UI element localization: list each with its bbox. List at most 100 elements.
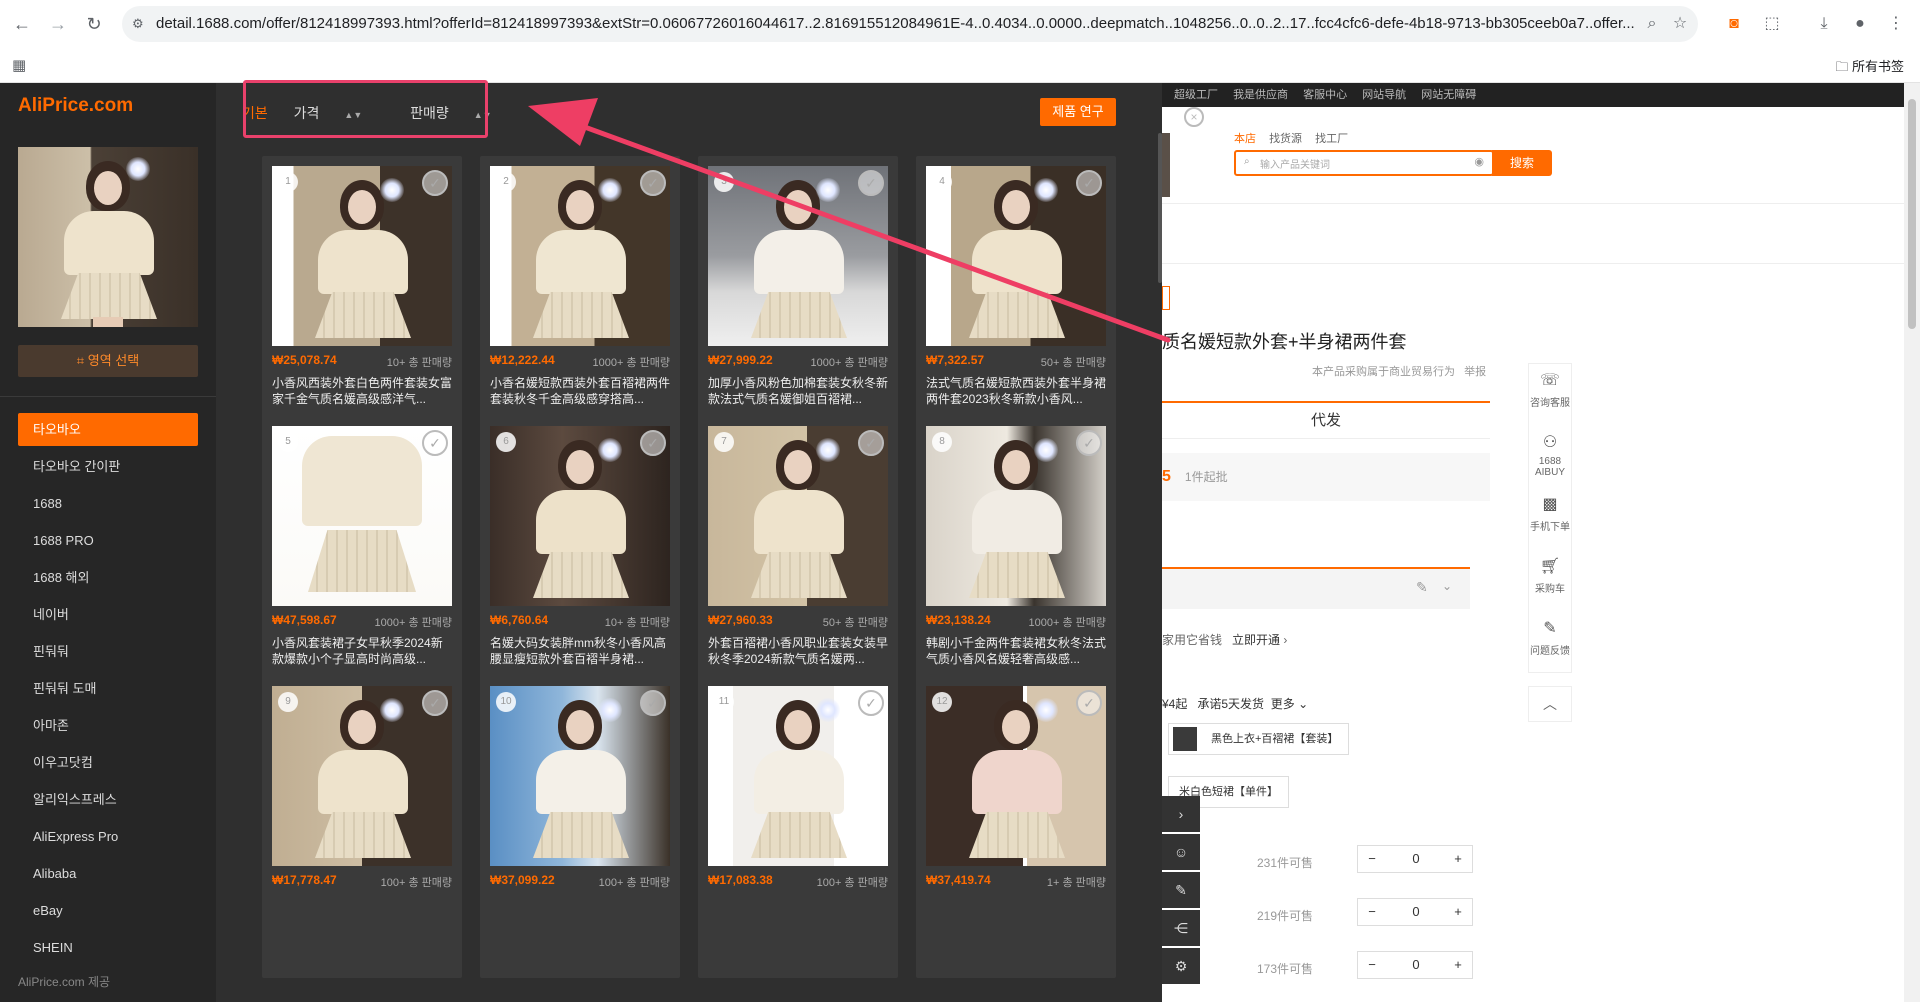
search-tab[interactable]: 本店 — [1234, 133, 1256, 145]
gear-icon[interactable]: ⚙ — [1162, 948, 1200, 984]
topbar-link[interactable]: 网站导航 — [1362, 89, 1406, 101]
product-card[interactable]: 11 ✓ ₩17,083.38 100+ 총 판매량 — [698, 676, 898, 978]
platform-item[interactable]: 이우고닷컴 — [18, 746, 198, 779]
product-image[interactable]: 3 ✓ — [708, 166, 888, 346]
side-tool-feedback[interactable]: ✎ 问题反馈 — [1529, 612, 1571, 674]
product-title[interactable] — [708, 895, 888, 929]
page-scrollbar[interactable] — [1904, 83, 1920, 1002]
aliprice-extension-icon[interactable]: ◙ — [1722, 12, 1746, 36]
product-image[interactable]: 8 ✓ — [926, 426, 1106, 606]
select-check-icon[interactable]: ✓ — [1076, 690, 1102, 716]
back-icon[interactable]: ← — [10, 12, 34, 36]
reload-icon[interactable]: ↻ — [82, 12, 106, 36]
select-check-icon[interactable]: ✓ — [422, 170, 448, 196]
select-check-icon[interactable]: ✓ — [1076, 170, 1102, 196]
platform-item[interactable]: 1688 해외 — [18, 561, 198, 594]
product-image[interactable]: 4 ✓ — [926, 166, 1106, 346]
product-image[interactable]: 12 ✓ — [926, 686, 1106, 866]
product-title[interactable]: 外套百褶裙小香风职业套装女装早秋冬季2024新款气质名媛两... — [708, 635, 888, 669]
product-title[interactable]: 法式气质名媛短款西装外套半身裙两件套2023秋冬新款小香风... — [926, 375, 1106, 409]
platform-item[interactable]: 핀둬둬 — [18, 635, 198, 668]
menu-icon[interactable]: ⋮ — [1884, 12, 1908, 36]
report-link[interactable]: 举报 — [1464, 366, 1486, 378]
select-check-icon[interactable]: ✓ — [1076, 430, 1102, 456]
product-title[interactable] — [272, 895, 452, 929]
platform-item[interactable]: 타오바오 — [18, 413, 198, 446]
product-card[interactable]: 3 ✓ ₩27,999.22 1000+ 총 판매량 加厚小香风粉色加棉套装女秋冬新款法… — [698, 156, 898, 458]
side-tool-cart[interactable]: 🛒︎ 采购车 — [1529, 550, 1571, 612]
product-research-button[interactable]: 제품 연구 — [1040, 98, 1116, 126]
profile-avatar-icon[interactable]: ● — [1848, 12, 1872, 36]
chat-icon[interactable]: ☺ — [1162, 834, 1200, 870]
product-image[interactable]: 7 ✓ — [708, 426, 888, 606]
product-title[interactable] — [926, 895, 1106, 929]
platform-item[interactable]: 1688 — [18, 487, 198, 520]
platform-item[interactable]: 1688 PRO — [18, 524, 198, 557]
topbar-link[interactable]: 超级工厂 — [1174, 89, 1218, 101]
product-card[interactable]: 9 ✓ ₩17,778.47 100+ 총 판매량 — [262, 676, 462, 978]
product-title[interactable]: 名媛大码女装胖mm秋冬小香风高腰显瘦短款外套百褶半身裙... — [490, 635, 670, 669]
side-tool-aibuy[interactable]: ⚇ 1688 AIBUY — [1529, 426, 1571, 488]
download-icon[interactable]: ⤓ — [1812, 12, 1836, 36]
product-card[interactable]: 6 ✓ ₩6,760.64 10+ 총 판매량 名媛大码女装胖mm秋冬小香风高腰显瘦短款… — [480, 416, 680, 718]
minus-button[interactable]: − — [1362, 952, 1382, 978]
product-title[interactable] — [490, 895, 670, 929]
platform-item[interactable]: 핀둬둬 도매 — [18, 672, 198, 705]
platform-item[interactable]: eBay — [18, 894, 198, 927]
edit-icon[interactable]: ✎ — [1162, 872, 1200, 908]
product-card[interactable]: 7 ✓ ₩27,960.33 50+ 총 판매량 外套百褶裙小香风职业套装女装早秋冬季2… — [698, 416, 898, 718]
shop-search-input[interactable]: ⌕ 输入产品关键词 ◉ — [1234, 150, 1494, 176]
forward-icon[interactable]: → — [46, 12, 70, 36]
all-bookmarks[interactable]: 🗀 所有书签 — [1835, 56, 1904, 80]
camera-icon[interactable]: ◉ — [1474, 155, 1484, 168]
select-check-icon[interactable]: ✓ — [640, 170, 666, 196]
select-check-icon[interactable]: ✓ — [858, 690, 884, 716]
zoom-icon[interactable]: ⌕ — [1642, 14, 1662, 34]
product-image[interactable]: 1 ✓ — [272, 166, 452, 346]
product-card[interactable]: 5 ✓ ₩47,598.67 1000+ 총 판매량 小香风套装裙子女早秋季2024新款… — [262, 416, 462, 718]
minus-button[interactable]: − — [1362, 899, 1382, 925]
quantity-value[interactable]: 0 — [1398, 846, 1434, 872]
chevron-down-icon[interactable]: ⌄ — [1442, 579, 1452, 593]
topbar-link[interactable]: 网站无障碍 — [1421, 89, 1476, 101]
scroll-top-button[interactable]: ︿ — [1528, 686, 1572, 722]
plus-button[interactable]: + — [1448, 952, 1468, 978]
product-image[interactable]: 9 ✓ — [272, 686, 452, 866]
product-card[interactable]: 2 ✓ ₩12,222.44 1000+ 총 판매량 小香名媛短款西装外套百褶裙两件套装… — [480, 156, 680, 458]
more-link[interactable]: 更多 — [1271, 697, 1295, 711]
results-scrollbar[interactable] — [1158, 133, 1162, 283]
address-bar[interactable]: ⚙ detail.1688.com/offer/812418997393.htm… — [122, 6, 1698, 42]
select-check-icon[interactable]: ✓ — [858, 170, 884, 196]
chevron-right-icon[interactable]: › — [1162, 796, 1200, 832]
product-title[interactable]: 加厚小香风粉色加棉套装女秋冬新款法式气质名媛御姐百褶裙... — [708, 375, 888, 409]
platform-item[interactable]: 아마존 — [18, 709, 198, 742]
platform-item[interactable]: 알리익스프레스 — [18, 783, 198, 816]
product-image[interactable]: 2 ✓ — [490, 166, 670, 346]
product-card[interactable]: 4 ✓ ₩7,322.57 50+ 총 판매량 法式气质名媛短款西装外套半身裙两件套20… — [916, 156, 1116, 458]
product-image[interactable]: 11 ✓ — [708, 686, 888, 866]
quantity-stepper[interactable]: − 0 + — [1357, 845, 1473, 873]
product-image[interactable]: 10 ✓ — [490, 686, 670, 866]
select-check-icon[interactable]: ✓ — [640, 430, 666, 456]
share-icon[interactable]: ⋲ — [1162, 910, 1200, 946]
product-title[interactable]: 小香风套装裙子女早秋季2024新款爆款小个子显高时尚高级... — [272, 635, 452, 669]
product-card[interactable]: 10 ✓ ₩37,099.22 100+ 총 판매량 — [480, 676, 680, 978]
platform-item[interactable]: 네이버 — [18, 598, 198, 631]
plus-button[interactable]: + — [1448, 846, 1468, 872]
side-tool-mobile[interactable]: ▩ 手机下单 — [1529, 488, 1571, 550]
quantity-stepper[interactable]: − 0 + — [1357, 951, 1473, 979]
sku-option[interactable]: 黑色上衣+百褶裙【套装】 — [1168, 723, 1350, 755]
topbar-link[interactable]: 我是供应商 — [1233, 89, 1288, 101]
scrollbar-thumb[interactable] — [1908, 99, 1916, 329]
search-tab[interactable]: 找货源 — [1269, 133, 1302, 145]
topbar-link[interactable]: 客服中心 — [1303, 89, 1347, 101]
site-info-icon[interactable]: ⚙ — [132, 15, 150, 33]
product-title[interactable]: 韩剧小千金两件套装裙女秋冬法式气质小香风名媛轻奢高级感... — [926, 635, 1106, 669]
side-tool-service[interactable]: ☏ 咨询客服 — [1529, 364, 1571, 426]
select-check-icon[interactable]: ✓ — [422, 690, 448, 716]
plus-button[interactable]: + — [1448, 899, 1468, 925]
product-image[interactable]: 6 ✓ — [490, 426, 670, 606]
url-text[interactable]: detail.1688.com/offer/812418997393.html?… — [156, 6, 1636, 42]
platform-item[interactable]: 타오바오 간이판 — [18, 450, 198, 483]
tab-dropship[interactable]: 代发 — [1162, 401, 1490, 439]
